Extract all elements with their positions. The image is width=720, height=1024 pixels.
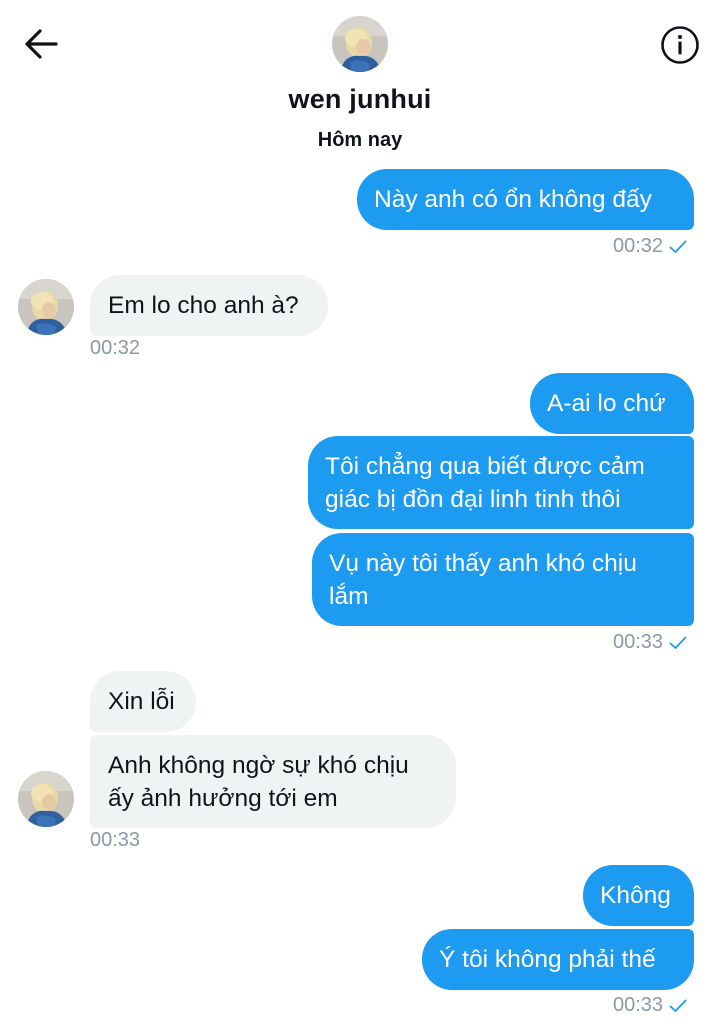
message-text: Em lo cho anh à? bbox=[108, 292, 299, 319]
message-text-line: Vụ này tôi thấy anh khó chịu bbox=[329, 550, 637, 577]
message-bubble-incoming[interactable]: Anh không ngờ sự khó chịu ấy ảnh hưởng t… bbox=[90, 735, 456, 828]
conversation-header: wen junhui Hôm nay bbox=[0, 0, 720, 165]
message-text-line: giác bị đồn đại linh tinh thôi bbox=[325, 486, 621, 513]
message-timestamp: 00:33 bbox=[613, 631, 687, 654]
message-text: Xin lỗi bbox=[108, 688, 175, 715]
message-bubble-outgoing[interactable]: Không bbox=[583, 865, 694, 926]
message-timestamp: 00:33 bbox=[90, 829, 141, 851]
contact-avatar[interactable] bbox=[332, 16, 388, 72]
message-timestamp: 00:32 bbox=[613, 235, 687, 258]
info-circle-icon bbox=[660, 25, 700, 70]
message-text: A-ai lo chứ bbox=[547, 390, 666, 417]
message-text: Không bbox=[600, 882, 671, 909]
contact-avatar[interactable] bbox=[18, 279, 74, 335]
message-text: Này anh có ổn không đấy bbox=[374, 186, 652, 213]
message-bubble-outgoing[interactable]: Tôi chẳng qua biết được cảm giác bị đồn … bbox=[308, 436, 694, 529]
date-separator: Hôm nay bbox=[317, 129, 403, 151]
check-icon bbox=[669, 999, 687, 1012]
message-bubble-outgoing[interactable]: Này anh có ổn không đấy bbox=[357, 169, 694, 230]
message-bubble-outgoing[interactable]: Ý tôi không phải thế bbox=[422, 929, 694, 990]
contact-name[interactable]: wen junhui bbox=[0, 84, 720, 115]
message-bubble-incoming[interactable]: Xin lỗi bbox=[90, 671, 196, 732]
message-text: Ý tôi không phải thế bbox=[439, 946, 656, 973]
message-bubble-incoming[interactable]: Em lo cho anh à? bbox=[90, 275, 328, 336]
message-text-line: Anh không ngờ sự khó chịu bbox=[108, 752, 409, 779]
back-button[interactable] bbox=[18, 26, 64, 66]
check-icon bbox=[669, 636, 687, 649]
info-button[interactable] bbox=[657, 24, 703, 70]
message-bubble-outgoing[interactable]: Vụ này tôi thấy anh khó chịu lắm bbox=[312, 533, 694, 626]
message-bubble-outgoing[interactable]: A-ai lo chứ bbox=[530, 373, 694, 434]
contact-avatar[interactable] bbox=[18, 771, 74, 827]
message-timestamp: 00:33 bbox=[613, 994, 687, 1017]
message-timestamp: 00:32 bbox=[90, 337, 141, 359]
message-text-line: ấy ảnh hưởng tới em bbox=[108, 785, 338, 812]
arrow-left-icon bbox=[24, 28, 58, 64]
message-text-line: lắm bbox=[329, 583, 369, 610]
check-icon bbox=[669, 240, 687, 253]
message-text-line: Tôi chẳng qua biết được cảm bbox=[325, 453, 645, 480]
